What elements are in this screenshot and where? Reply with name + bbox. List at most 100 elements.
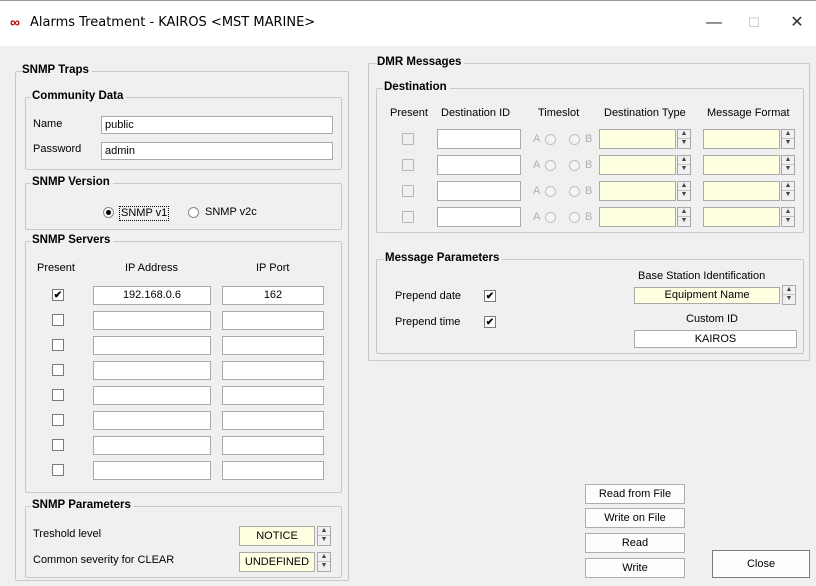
base-station-spinner[interactable]: ▲ ▼ (782, 285, 796, 305)
spin-down-icon[interactable]: ▼ (782, 217, 794, 226)
server-ip-input[interactable] (93, 461, 211, 480)
clear-severity-value[interactable]: UNDEFINED (239, 552, 315, 572)
dest-type-field[interactable] (599, 155, 676, 175)
server-ip-input[interactable] (93, 386, 211, 405)
spin-up-icon[interactable]: ▲ (318, 553, 330, 562)
spin-down-icon[interactable]: ▼ (318, 536, 330, 545)
spin-up-icon[interactable]: ▲ (782, 208, 794, 217)
spin-up-icon[interactable]: ▲ (782, 182, 794, 191)
snmp-v1-radio[interactable] (103, 207, 114, 218)
slot-a-radio[interactable] (545, 212, 556, 223)
write-on-file-button[interactable]: Write on File (585, 508, 685, 528)
server-port-input[interactable] (222, 311, 324, 330)
snmp-v2c-label[interactable]: SNMP v2c (205, 206, 257, 219)
msg-format-spinner[interactable]: ▲ ▼ (781, 129, 795, 149)
dest-id-input[interactable] (437, 155, 521, 175)
dest-type-field[interactable] (599, 129, 676, 149)
spin-up-icon[interactable]: ▲ (782, 156, 794, 165)
slot-b-radio[interactable] (569, 160, 580, 171)
slot-a-radio[interactable] (545, 160, 556, 171)
spin-down-icon[interactable]: ▼ (318, 562, 330, 571)
read-button[interactable]: Read (585, 533, 685, 553)
spin-down-icon[interactable]: ▼ (782, 165, 794, 174)
base-station-value[interactable]: Equipment Name (634, 287, 780, 304)
msg-format-spinner[interactable]: ▲ ▼ (781, 181, 795, 201)
dest-present-checkbox[interactable] (402, 133, 414, 145)
spin-up-icon[interactable]: ▲ (783, 286, 795, 295)
server-port-input[interactable] (222, 461, 324, 480)
threshold-spinner[interactable]: ▲ ▼ (317, 526, 331, 546)
spin-up-icon[interactable]: ▲ (318, 527, 330, 536)
spin-down-icon[interactable]: ▼ (783, 295, 795, 304)
server-ip-input[interactable] (93, 436, 211, 455)
community-password-input[interactable]: admin (101, 142, 333, 160)
server-ip-input[interactable]: 192.168.0.6 (93, 286, 211, 305)
spin-down-icon[interactable]: ▼ (678, 191, 690, 200)
server-port-input[interactable] (222, 436, 324, 455)
msg-format-field[interactable] (703, 129, 780, 149)
server-ip-input[interactable] (93, 411, 211, 430)
minimize-button[interactable]: — (700, 11, 728, 35)
spin-down-icon[interactable]: ▼ (678, 217, 690, 226)
spin-up-icon[interactable]: ▲ (782, 130, 794, 139)
clear-severity-spinner[interactable]: ▲ ▼ (317, 552, 331, 572)
server-present-checkbox[interactable] (52, 414, 64, 426)
community-name-input[interactable]: public (101, 116, 333, 134)
dest-type-field[interactable] (599, 181, 676, 201)
spin-up-icon[interactable]: ▲ (678, 130, 690, 139)
slot-a-radio[interactable] (545, 134, 556, 145)
server-port-input[interactable] (222, 361, 324, 380)
dest-type-field[interactable] (599, 207, 676, 227)
dest-id-input[interactable] (437, 129, 521, 149)
server-ip-input[interactable] (93, 336, 211, 355)
spin-up-icon[interactable]: ▲ (678, 156, 690, 165)
server-ip-input[interactable] (93, 311, 211, 330)
server-port-input[interactable] (222, 411, 324, 430)
spin-down-icon[interactable]: ▼ (678, 165, 690, 174)
spin-up-icon[interactable]: ▲ (678, 208, 690, 217)
spin-down-icon[interactable]: ▼ (782, 191, 794, 200)
dest-type-spinner[interactable]: ▲ ▼ (677, 129, 691, 149)
dest-type-spinner[interactable]: ▲ ▼ (677, 181, 691, 201)
server-port-input[interactable] (222, 386, 324, 405)
dest-present-checkbox[interactable] (402, 159, 414, 171)
snmp-v2c-radio[interactable] (188, 207, 199, 218)
server-present-checkbox[interactable] (52, 364, 64, 376)
prepend-time-checkbox[interactable]: ✔ (484, 316, 496, 328)
threshold-value[interactable]: NOTICE (239, 526, 315, 546)
dest-id-input[interactable] (437, 181, 521, 201)
msg-format-spinner[interactable]: ▲ ▼ (781, 207, 795, 227)
dest-present-checkbox[interactable] (402, 185, 414, 197)
slot-b-radio[interactable] (569, 186, 580, 197)
spin-up-icon[interactable]: ▲ (678, 182, 690, 191)
read-from-file-button[interactable]: Read from File (585, 484, 685, 504)
server-port-input[interactable] (222, 336, 324, 355)
dest-type-spinner[interactable]: ▲ ▼ (677, 207, 691, 227)
write-button[interactable]: Write (585, 558, 685, 578)
spin-down-icon[interactable]: ▼ (678, 139, 690, 148)
server-present-checkbox[interactable] (52, 314, 64, 326)
dest-id-input[interactable] (437, 207, 521, 227)
close-button[interactable]: Close (712, 550, 810, 578)
slot-b-radio[interactable] (569, 212, 580, 223)
slot-a-radio[interactable] (545, 186, 556, 197)
close-window-button[interactable]: ✕ (783, 11, 811, 35)
msg-format-field[interactable] (703, 181, 780, 201)
slot-b-radio[interactable] (569, 134, 580, 145)
snmp-v1-label[interactable]: SNMP v1 (119, 206, 170, 221)
server-present-checkbox[interactable] (52, 464, 64, 476)
server-present-checkbox[interactable] (52, 339, 64, 351)
msg-format-spinner[interactable]: ▲ ▼ (781, 155, 795, 175)
prepend-date-checkbox[interactable]: ✔ (484, 290, 496, 302)
msg-format-field[interactable] (703, 155, 780, 175)
spin-down-icon[interactable]: ▼ (782, 139, 794, 148)
server-present-checkbox[interactable] (52, 439, 64, 451)
server-present-checkbox[interactable] (52, 389, 64, 401)
server-present-checkbox[interactable]: ✔ (52, 289, 64, 301)
dest-type-spinner[interactable]: ▲ ▼ (677, 155, 691, 175)
dest-present-checkbox[interactable] (402, 211, 414, 223)
server-ip-input[interactable] (93, 361, 211, 380)
msg-format-field[interactable] (703, 207, 780, 227)
server-port-input[interactable]: 162 (222, 286, 324, 305)
custom-id-input[interactable]: KAIROS (634, 330, 797, 348)
